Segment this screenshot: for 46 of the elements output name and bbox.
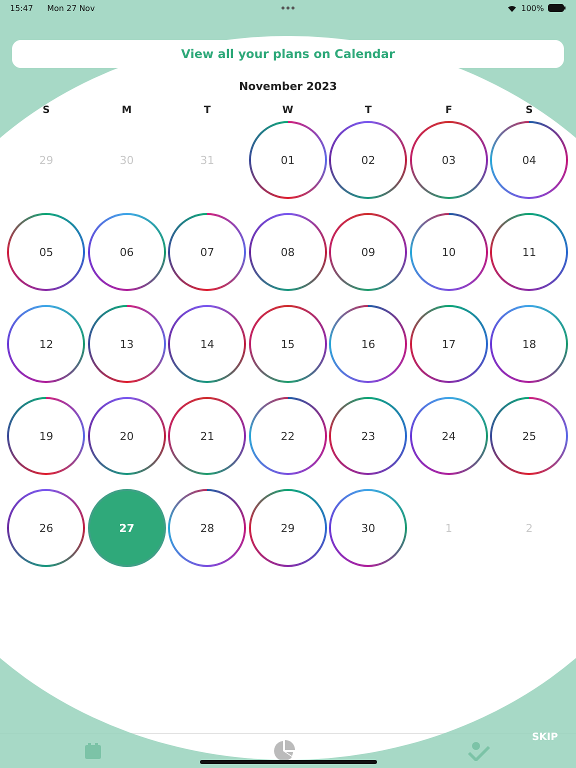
- status-time: 15:47: [10, 4, 34, 12]
- weekday-label: T: [364, 105, 372, 118]
- more-dots-icon: [281, 6, 295, 10]
- day-button[interactable]: 06: [88, 213, 166, 291]
- weekday-label: T: [204, 105, 211, 118]
- weekday-label: W: [282, 105, 294, 118]
- weekday-label: S: [526, 105, 533, 118]
- weekday-label: F: [445, 105, 452, 118]
- month-title: November 2023: [238, 80, 338, 93]
- day-button[interactable]: 13: [88, 305, 166, 383]
- day-button[interactable]: 23: [329, 397, 408, 475]
- day-button[interactable]: 28: [168, 489, 246, 567]
- day-button[interactable]: 30: [329, 489, 408, 567]
- wifi-icon: [507, 4, 518, 12]
- day-button[interactable]: 18: [490, 305, 568, 383]
- day-button[interactable]: 25: [490, 397, 568, 475]
- day-button[interactable]: 21: [168, 397, 246, 475]
- day-button[interactable]: 03: [410, 121, 488, 199]
- day-button[interactable]: 26: [7, 489, 86, 567]
- battery-icon: [548, 4, 566, 12]
- check-person-icon[interactable]: [466, 741, 491, 761]
- day-button[interactable]: 29: [248, 489, 327, 567]
- battery-percent: 100%: [521, 4, 544, 12]
- day-button[interactable]: 20: [88, 397, 166, 475]
- day-button[interactable]: 04: [490, 121, 568, 199]
- weekday-label: S: [42, 105, 50, 118]
- day-button[interactable]: 15: [248, 305, 327, 383]
- day-button[interactable]: 12: [7, 305, 86, 383]
- day-button[interactable]: 24: [410, 397, 488, 475]
- day-button[interactable]: 22: [248, 397, 327, 475]
- day-button[interactable]: 08: [248, 213, 327, 291]
- day-button[interactable]: 05: [7, 213, 86, 291]
- day-button[interactable]: 09: [329, 213, 408, 291]
- day-button[interactable]: 19: [7, 397, 86, 475]
- day-button[interactable]: 16: [329, 305, 408, 383]
- weekday-label: M: [122, 105, 132, 118]
- calendar-icon[interactable]: [85, 743, 102, 759]
- day-button[interactable]: 07: [168, 213, 246, 291]
- pie-chart-icon[interactable]: [272, 739, 296, 763]
- day-button[interactable]: 02: [329, 121, 408, 199]
- day-button[interactable]: 17: [410, 305, 488, 383]
- status-date: Mon 27 Nov: [47, 4, 95, 12]
- day-button[interactable]: 10: [410, 213, 488, 291]
- day-button[interactable]: 01: [248, 121, 327, 199]
- day-button[interactable]: 11: [490, 213, 568, 291]
- day-button[interactable]: 14: [168, 305, 246, 383]
